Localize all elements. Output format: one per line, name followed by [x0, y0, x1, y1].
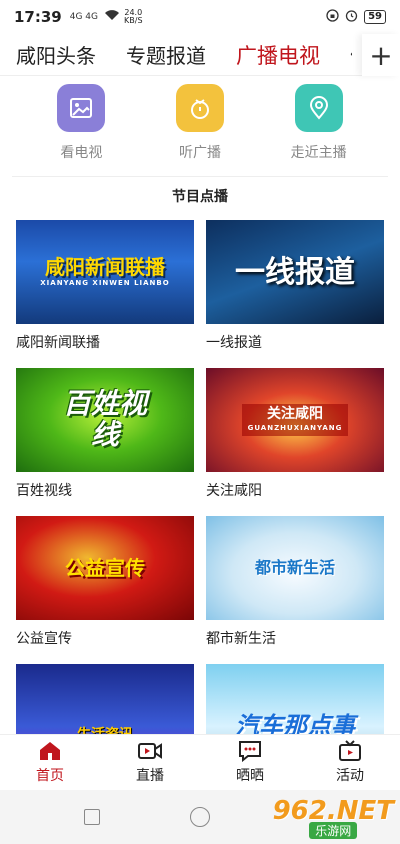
program-thumbnail: 一线报道	[206, 220, 384, 324]
program-title: 咸阳新闻联播	[16, 335, 100, 351]
wifi-icon	[104, 9, 120, 25]
bottom-tab-home[interactable]: 首页	[0, 735, 100, 790]
bottom-tab-label: 直播	[136, 768, 164, 784]
program-card[interactable]: 关注咸阳 GUANZHUXIANYANG 关注咸阳	[206, 368, 384, 516]
category-tabs: 咸阳头条 专题报道 广播电视 便	[0, 40, 352, 70]
speed-unit: KB/S	[124, 16, 143, 25]
tab-xianyang-headlines[interactable]: 咸阳头条	[16, 40, 96, 70]
program-thumbnail: 关注咸阳 GUANZHUXIANYANG	[206, 368, 384, 472]
thumbnail-text: 关注咸阳	[267, 406, 323, 423]
program-grid: 咸阳新闻联播 XIANYANG XINWEN LIANBO 咸阳新闻联播 一线报道…	[16, 220, 384, 812]
bottom-tab-label: 晒晒	[236, 768, 264, 784]
image-icon	[57, 84, 106, 132]
bottom-tab-live[interactable]: 直播	[100, 735, 200, 790]
program-card[interactable]: 咸阳新闻联播 XIANYANG XINWEN LIANBO 咸阳新闻联播	[16, 220, 194, 368]
program-title: 都市新生活	[206, 631, 276, 647]
program-title: 公益宣传	[16, 631, 72, 647]
top-category-nav: 咸阳头条 专题报道 广播电视 便 +	[0, 34, 400, 76]
battery-level: 59	[364, 10, 386, 24]
quick-label: 听广播	[178, 145, 221, 161]
program-thumbnail: 咸阳新闻联播 XIANYANG XINWEN LIANBO	[16, 220, 194, 324]
section-title: 节目点播	[172, 189, 228, 205]
recent-apps-button[interactable]	[84, 809, 100, 825]
alarm-icon	[345, 9, 358, 25]
add-category-button[interactable]: +	[362, 34, 400, 76]
status-time: 17:39	[14, 8, 62, 26]
thumbnail-caption: 关注咸阳 GUANZHUXIANYANG	[241, 404, 349, 436]
home-button[interactable]	[190, 807, 210, 827]
radio-icon	[175, 84, 224, 132]
thumbnail-subtext: XIANYANG XINWEN LIANBO	[40, 279, 170, 288]
tab-special-reports[interactable]: 专题报道	[126, 40, 206, 70]
program-title: 一线报道	[206, 335, 262, 351]
program-card[interactable]: 公益宣传 公益宣传	[16, 516, 194, 664]
bottom-tab-share[interactable]: 晒晒	[200, 735, 300, 790]
quick-meet-hosts[interactable]: 走近主播	[274, 84, 364, 176]
watermark-sub: 乐游网	[309, 822, 358, 839]
program-card[interactable]: 百姓视线 百姓视线	[16, 368, 194, 516]
quick-listen-radio[interactable]: 听广播	[155, 84, 245, 176]
thumbnail-text: 都市新生活	[254, 558, 335, 578]
video-camera-icon	[138, 743, 162, 759]
bottom-tab-label: 活动	[336, 768, 364, 784]
location-pin-icon	[294, 84, 343, 132]
bottom-tab-label: 首页	[36, 768, 64, 784]
thumbnail-subtext: GUANZHUXIANYANG	[247, 423, 343, 432]
thumbnail-text: 一线报道	[235, 254, 355, 290]
thumbnail-text: 公益宣传	[65, 556, 145, 580]
program-thumbnail: 公益宣传	[16, 516, 194, 620]
program-title: 关注咸阳	[206, 483, 262, 499]
quick-entry-grid: 看电视 听广播 走近主播	[0, 84, 400, 176]
thumbnail-text: 百姓视线	[62, 387, 147, 451]
signal-indicator: 4G 4G	[69, 12, 99, 22]
quick-label: 看电视	[60, 145, 103, 161]
lock-rotation-icon	[326, 9, 339, 25]
program-title: 百姓视线	[16, 483, 72, 499]
bottom-tab-activity[interactable]: 活动	[300, 735, 400, 790]
plus-icon: +	[369, 38, 393, 72]
thumbnail-caption: 咸阳新闻联播 XIANYANG XINWEN LIANBO	[40, 256, 169, 288]
bottom-tab-bar: 首页 直播 晒晒 活动	[0, 734, 400, 790]
status-right: 59	[326, 9, 386, 25]
program-thumbnail: 百姓视线	[16, 368, 194, 472]
chat-bubble-icon	[239, 741, 261, 762]
network-speed: 24.0 KB/S	[124, 9, 143, 25]
tab-partial-next[interactable]: 便	[350, 40, 352, 70]
divider	[12, 176, 388, 177]
program-card[interactable]: 一线报道 一线报道	[206, 220, 384, 368]
tv-icon	[339, 740, 361, 761]
program-thumbnail: 都市新生活	[206, 516, 384, 620]
watermark-logo: 962.NET 乐游网	[273, 796, 394, 839]
status-bar: 17:39 4G 4G 24.0 KB/S 59	[0, 0, 400, 34]
quick-label: 走近主播	[290, 145, 347, 161]
tab-radio-tv[interactable]: 广播电视	[236, 40, 320, 70]
home-icon	[40, 742, 60, 760]
thumbnail-text: 咸阳新闻联播	[44, 255, 165, 280]
program-card[interactable]: 都市新生活 都市新生活	[206, 516, 384, 664]
quick-watch-tv[interactable]: 看电视	[36, 84, 126, 176]
